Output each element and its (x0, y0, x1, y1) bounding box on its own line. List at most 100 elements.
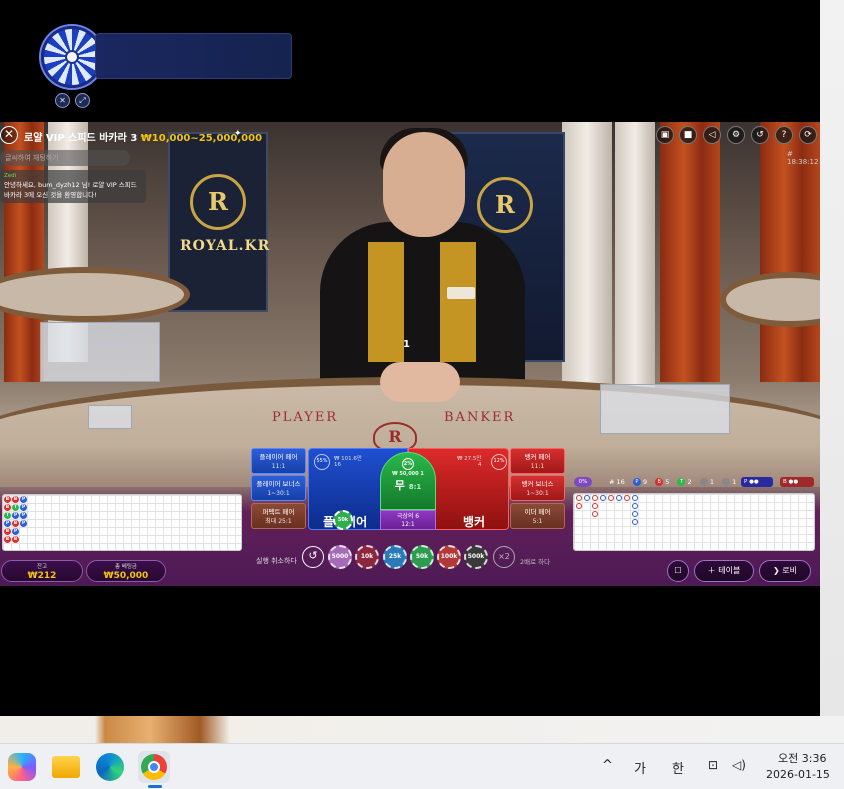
big-road-result (632, 495, 638, 501)
big-road-result (592, 511, 598, 517)
big-road-result (576, 495, 582, 501)
chat-bubble-icon[interactable]: ☐ (667, 560, 689, 582)
mute-icon[interactable]: ◁ (703, 126, 721, 144)
big-road-result (584, 495, 590, 501)
big-road-result (600, 495, 606, 501)
bead-road-result: P (20, 496, 27, 503)
player-pairs-icon (699, 478, 708, 486)
settings-gear-icon[interactable]: ⚙ (727, 126, 745, 144)
bet-player-bonus[interactable]: 플레이어 보너스 1~30:1 (251, 475, 306, 501)
chip-5000[interactable]: 5000 (328, 545, 352, 569)
chat-username: Zedi (4, 173, 17, 179)
bet-banker-pair[interactable]: 뱅커 페어 11:1 (510, 448, 565, 474)
bead-road-board: BBTPBBBTPBPBPPPP (2, 494, 242, 551)
bead-road-result: B (12, 536, 19, 543)
prize-wheel-hub (65, 50, 79, 64)
chip-50k[interactable]: 50k (410, 545, 434, 569)
bead-road-result: P (20, 504, 27, 511)
desktop-wallpaper-bottom (0, 716, 844, 743)
placed-chip: 50k (333, 510, 353, 530)
bead-road-result: B (4, 528, 11, 535)
tray-overflow-chevron-icon[interactable]: ^ (602, 758, 613, 773)
ime-mode-indicator[interactable]: 가 (634, 758, 646, 777)
card-box (88, 405, 132, 429)
history-icon[interactable]: ↺ (751, 126, 769, 144)
bet-tie[interactable]: 2% ₩ 50,000 1 무 8:1 (380, 452, 436, 510)
edge-browser-icon[interactable] (96, 753, 124, 781)
game-title: 로얄 VIP 스피드 바카라 3 ₩10,000~25,000,000 (24, 133, 263, 144)
round-stats: # 16 P 9 B 5 T 2 1 1 (609, 478, 742, 486)
bet-either-pair[interactable]: 이더 페어 5:1 (510, 503, 565, 529)
bead-road-result: B (4, 496, 11, 503)
chip-100k[interactable]: 100k (437, 545, 461, 569)
big-road-result (632, 511, 638, 517)
bet-lucky-six[interactable]: 극상의 6 12:1 (380, 510, 436, 530)
prize-wheel-panel (95, 33, 292, 79)
table-button[interactable]: ＋ 테이블 (694, 560, 754, 582)
fullscreen-icon[interactable]: ⟳ (799, 126, 817, 144)
bead-road-result: B (4, 536, 11, 543)
stats-percent-badge: 0% (574, 477, 592, 487)
tie-label: 무 (394, 479, 405, 492)
ties: 2 (687, 478, 692, 486)
bead-road-result: P (20, 512, 27, 519)
pillar (562, 122, 612, 402)
big-road-board (573, 493, 815, 551)
bead-road-result: T (12, 504, 19, 511)
chat-icon[interactable]: ▣ (656, 126, 674, 144)
banker-bet-percent: 12% (491, 454, 507, 470)
round-count: # 16 (609, 478, 625, 486)
double-button[interactable]: ×2 (493, 546, 515, 568)
dealer-lapel (368, 242, 404, 362)
bet-perfect-pair[interactable]: 퍼펙트 페어 최대 25:1 (251, 503, 306, 529)
undo-button[interactable]: ↺ (302, 546, 324, 568)
bet-player-pair[interactable]: 플레이어 페어 11:1 (251, 448, 306, 474)
chip-10k[interactable]: 10k (355, 545, 379, 569)
close-icon[interactable]: ✕ (55, 93, 70, 108)
copilot-icon[interactable] (8, 753, 36, 781)
tie-bet-percent: 2% (402, 458, 414, 470)
bet-limits: ₩10,000~25,000,000 (140, 133, 263, 144)
dealer-number: 1 (403, 339, 410, 350)
felt-banker-label: BANKER (444, 410, 516, 425)
chrome-browser-icon[interactable] (141, 754, 167, 780)
bet-banker-bonus[interactable]: 뱅커 보너스 1~30:1 (510, 475, 565, 501)
dealer-lapel (440, 242, 476, 362)
big-road-result (576, 503, 582, 509)
banker-bet-amount: ₩ 27.5만 (457, 456, 482, 462)
banker-bet-label: 뱅커 (463, 515, 486, 529)
big-road-result (616, 495, 622, 501)
taskbar-time[interactable]: 오전 3:36 (778, 750, 826, 766)
bead-road-result: B (12, 496, 19, 503)
desktop-wallpaper-right (820, 0, 844, 743)
pin-icon[interactable]: ✦ (234, 129, 242, 139)
background-table-right (720, 272, 820, 327)
big-road-result (608, 495, 614, 501)
big-road-result (632, 519, 638, 525)
dealer-hands (380, 362, 460, 402)
chat-input[interactable]: 글씨하여 채팅하기 (0, 150, 130, 166)
banker-wins: 5 (665, 478, 670, 486)
expand-icon[interactable]: ⤢ (75, 93, 90, 108)
chip-25k[interactable]: 25k (383, 545, 407, 569)
network-icon[interactable]: ⊡ (708, 758, 718, 772)
player-bet-amount: ₩ 101.6만 (334, 456, 362, 462)
bead-road-result: P (12, 512, 19, 519)
live-game-view: R ROYAL.KR R 1 PLAYER BANKER R ✕ 로얄 VIP … (0, 122, 820, 586)
ime-language-indicator[interactable]: 한 (672, 758, 684, 777)
taskbar-date[interactable]: 2026-01-15 (766, 768, 830, 781)
volume-icon[interactable]: ◁) (732, 758, 746, 772)
banker-wins-icon: B (655, 478, 664, 486)
predict-player-button[interactable]: P ●● (741, 477, 773, 487)
help-icon[interactable]: ? (775, 126, 793, 144)
chip-500k[interactable]: 500k (464, 545, 488, 569)
close-game-button[interactable]: ✕ (0, 126, 18, 144)
video-icon[interactable]: ■ (679, 126, 697, 144)
game-clock: # 18:38:12 (787, 150, 819, 166)
file-explorer-icon[interactable] (52, 756, 80, 778)
double-label: 2배로 하다 (520, 558, 551, 566)
predict-banker-button[interactable]: B ●● (780, 477, 814, 487)
desktop-screen: ✕ ⤢ R ROYAL.KR R 1 PLAYER BANKER R ✕ 로얄 … (0, 0, 844, 789)
browser-window: ✕ ⤢ R ROYAL.KR R 1 PLAYER BANKER R ✕ 로얄 … (0, 0, 820, 716)
lobby-button[interactable]: ❯ 로비 (759, 560, 811, 582)
